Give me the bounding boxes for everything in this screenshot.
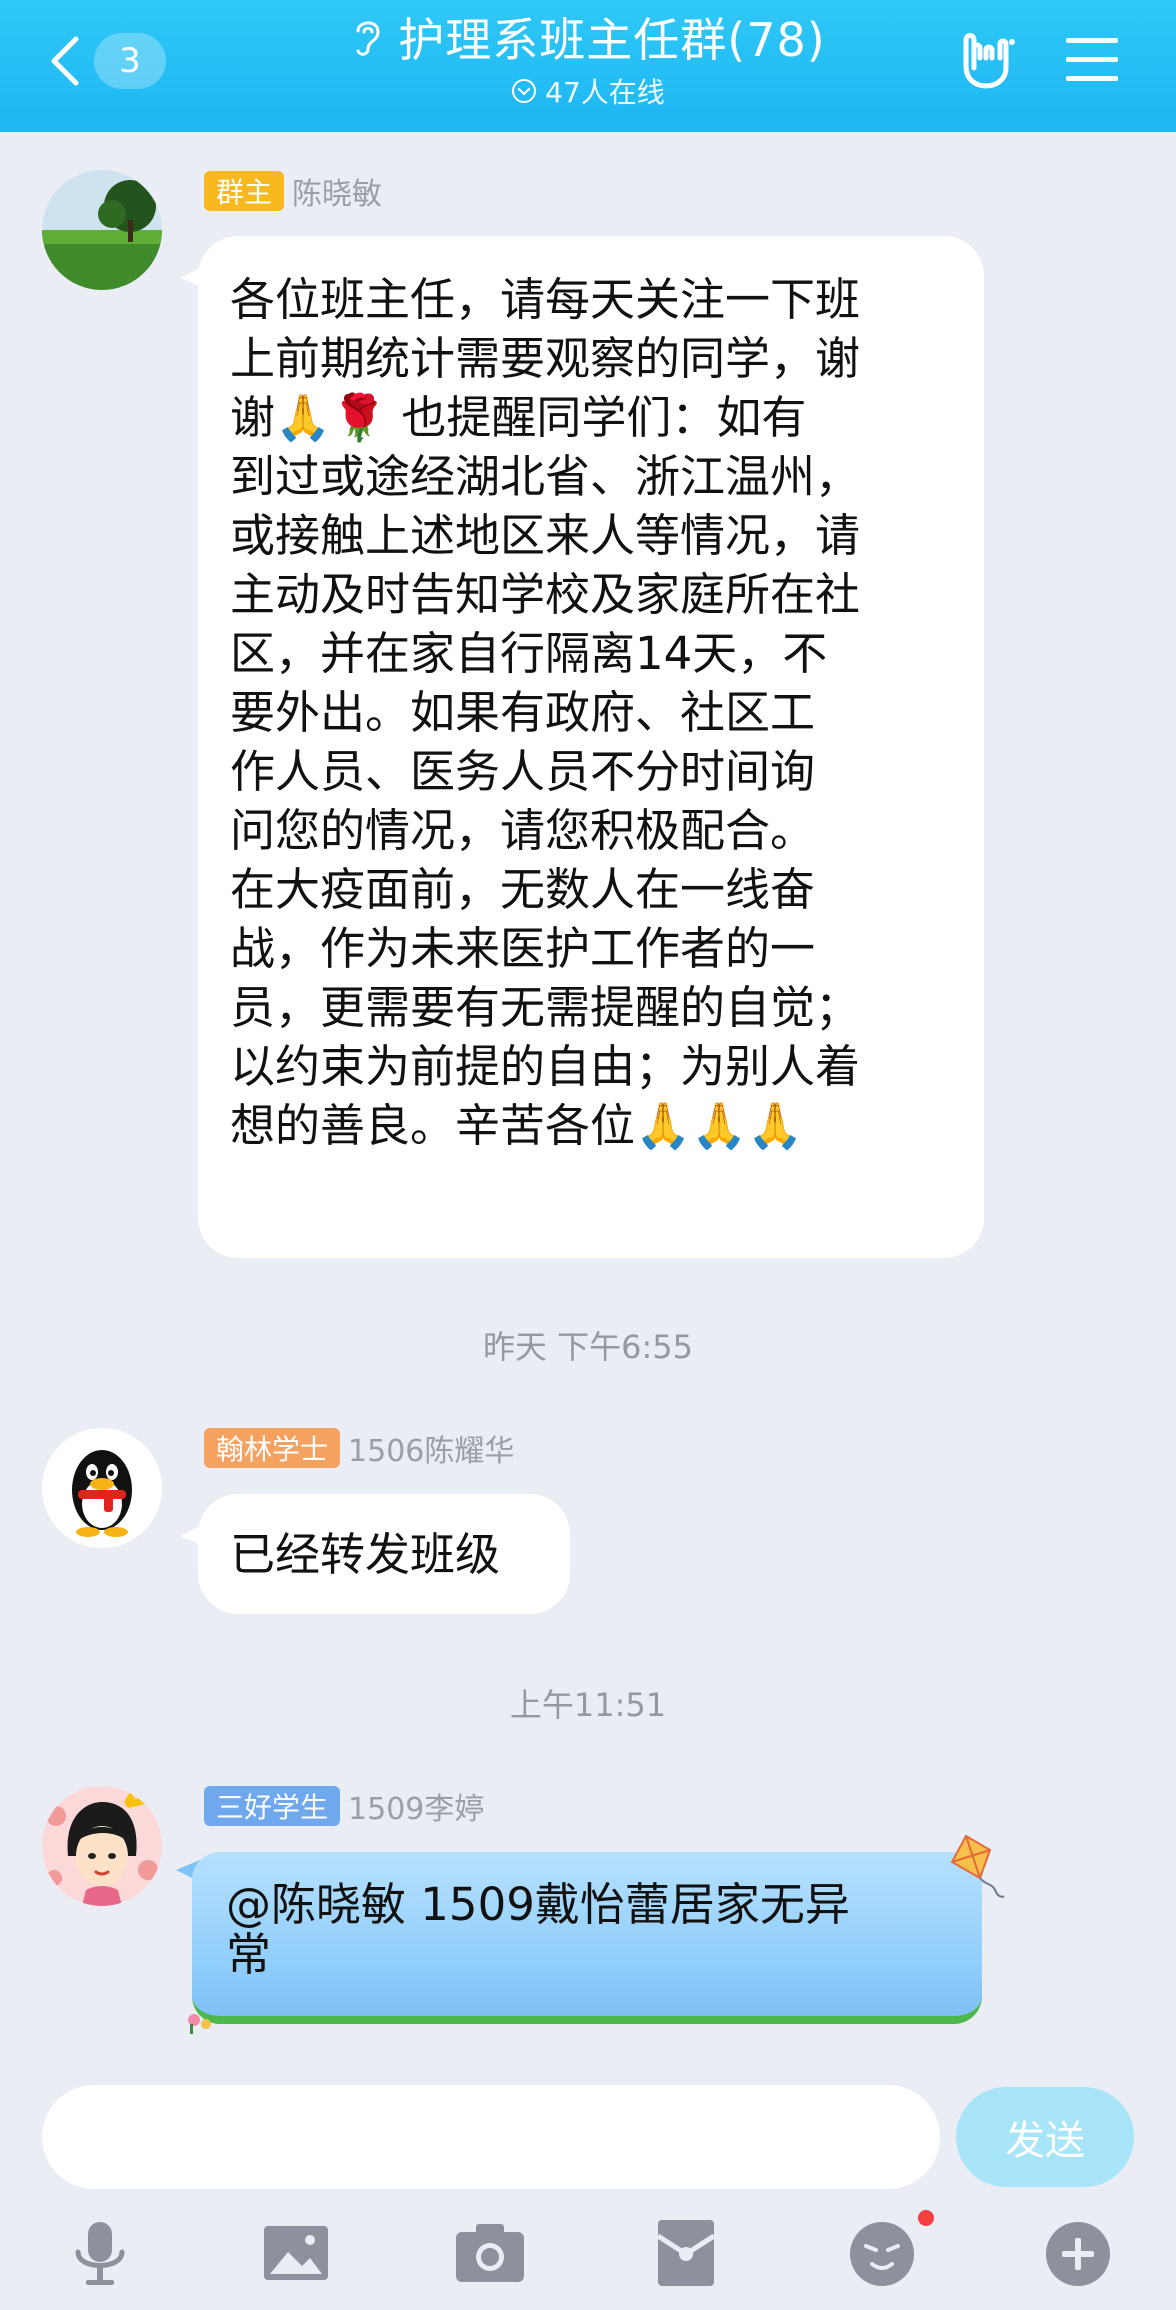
penguin-avatar-icon <box>42 1428 162 1548</box>
sender-name[interactable]: 1509李婷 <box>348 1784 484 1828</box>
sender-line-2: 翰林学士 1506陈耀华 <box>204 1427 514 1469</box>
message-line: 想的善良。辛苦各位🙏🙏🙏 <box>230 1099 804 1152</box>
sender-line-1: 群主 陈晓敏 <box>204 170 382 212</box>
message-line: 作人员、医务人员不分时间询 <box>230 745 816 798</box>
title-area[interactable]: 护理系班主任群(78) 47人在线 <box>200 6 976 114</box>
message-line: 以约束为前提的自由；为别人着 <box>230 1040 861 1093</box>
message-line: 问您的情况，请您积极配合。 <box>230 804 816 857</box>
message-line: 主动及时告知学校及家庭所在社 <box>230 568 861 621</box>
message-line: @陈晓敏 1509戴怡蕾居家无异 <box>226 1878 850 1931</box>
microphone-icon[interactable] <box>62 2218 138 2288</box>
title-badge: 翰林学士 <box>204 1428 341 1468</box>
message-input[interactable] <box>42 2085 940 2189</box>
message-line: 到过或途经湖北省、浙江温州， <box>230 450 861 503</box>
send-button[interactable]: 发送 <box>956 2087 1134 2187</box>
message-line: 常 <box>226 1928 272 1981</box>
message-line: 战，作为未来医护工作者的一 <box>230 922 816 975</box>
flower-decoration-icon <box>188 2014 211 2034</box>
chat-header: 3 护理系班主任群(78) 47人在线 <box>0 0 1176 132</box>
timestamp-divider: 昨天 下午6:55 <box>482 1328 694 1366</box>
chevron-left-icon <box>51 36 79 86</box>
message-text: 已经转发班级 <box>230 1527 501 1581</box>
message-bubble-1[interactable]: 各位班主任，请每天关注一下班 上前期统计需要观察的同学，谢 谢🙏🌹 也提醒同学们… <box>198 236 984 1258</box>
message-bubble-3[interactable]: @陈晓敏 1509戴怡蕾居家无异 常 <box>188 1834 1005 2034</box>
landscape-avatar-icon <box>42 170 162 290</box>
menu-icon[interactable] <box>1064 34 1120 86</box>
online-status: 47人在线 <box>200 68 976 114</box>
message-line: 区，并在家自行隔离14天，不 <box>230 627 828 680</box>
red-packet-icon[interactable] <box>648 2218 724 2288</box>
image-icon[interactable] <box>258 2218 334 2288</box>
timestamp-divider: 上午11:51 <box>509 1686 667 1724</box>
chevron-circle-down-icon <box>512 79 537 103</box>
kite-decoration-icon <box>950 1834 1005 1898</box>
title-badge: 三好学生 <box>204 1786 341 1826</box>
back-button[interactable]: 3 <box>48 30 168 92</box>
sender-name[interactable]: 陈晓敏 <box>292 169 382 213</box>
message-line: 或接触上述地区来人等情况，请 <box>230 509 861 562</box>
cartoon-girl-avatar-icon <box>42 1786 162 1906</box>
ear-icon <box>356 21 380 56</box>
camera-icon[interactable] <box>452 2218 528 2288</box>
message-line: 在大疫面前，无数人在一线奋 <box>230 863 816 916</box>
online-count: 47人在线 <box>545 76 665 109</box>
notification-dot <box>918 2210 934 2226</box>
unread-count-badge: 3 <box>94 33 166 89</box>
sender-line-3: 三好学生 1509李婷 <box>204 1785 484 1827</box>
avatar-sender-1[interactable] <box>42 170 162 290</box>
message-line: 要外出。如果有政府、社区工 <box>230 686 816 739</box>
message-line: 员，更需要有无需提醒的自觉； <box>230 981 861 1034</box>
sender-name[interactable]: 1506陈耀华 <box>348 1426 514 1470</box>
avatar-sender-3[interactable] <box>42 1786 162 1906</box>
owner-badge: 群主 <box>204 171 285 211</box>
group-apps-icon[interactable] <box>952 28 1018 94</box>
message-line: 上前期统计需要观察的同学，谢 <box>230 332 861 385</box>
avatar-sender-2[interactable] <box>42 1428 162 1548</box>
message-line: 各位班主任，请每天关注一下班 <box>230 273 861 326</box>
plus-icon[interactable] <box>1040 2218 1116 2288</box>
emoji-icon[interactable] <box>844 2218 920 2288</box>
group-title: 护理系班主任群(78) <box>398 13 826 67</box>
message-line: 谢🙏🌹 也提醒同学们：如有 <box>230 391 807 444</box>
message-bubble-2[interactable]: 已经转发班级 <box>198 1494 570 1614</box>
